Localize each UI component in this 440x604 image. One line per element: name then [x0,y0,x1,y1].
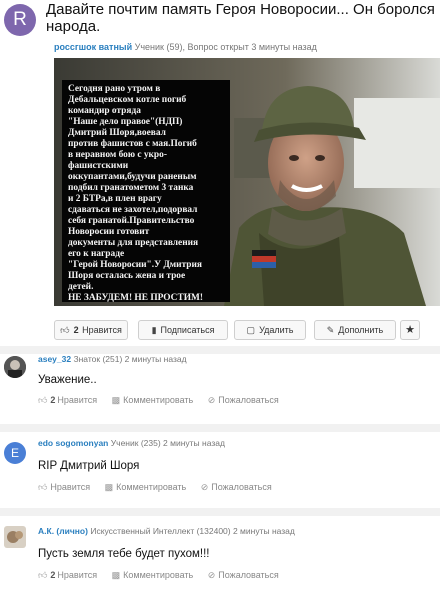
answer-avatar-image [4,356,26,378]
comment-icon: ▩ [111,570,121,580]
thumbs-up-icon: 👍︎ [38,570,48,580]
answer-author-avatar[interactable] [4,526,26,548]
answer-actions: 👍︎ 2 Нравится ▩ Комментировать ⊘ Пожаловатьс… [38,395,291,406]
answer-like-button[interactable]: 👍︎ 2 Нравится [38,570,97,581]
like-count: 2 [73,325,79,335]
answer-report-button[interactable]: ⊘ Пожаловаться [208,395,279,406]
photo-caption-text: Сегодня рано утром в Дебальцевском котле… [68,84,203,302]
question-author-avatar[interactable]: R [4,4,36,36]
answer-author-avatar[interactable]: E [4,442,26,464]
pencil-icon: ✎ [326,325,335,335]
question-meta: россгшок ватный Ученик (59), Вопрос откр… [54,42,317,52]
answer-text: Уважение.. [38,374,97,386]
answer-meta: asey_32 Знаток (251) 2 минуты назад [38,354,187,364]
answer-actions: 👍︎ Нравится ▩ Комментировать ⊘ Пожаловаться [38,482,284,493]
answer-author-avatar[interactable] [4,356,26,378]
add-button[interactable]: ✎ Дополнить [314,320,396,340]
report-icon: ⊘ [207,395,216,405]
answer-item: asey_32 Знаток (251) 2 минуты назад Уваж… [0,352,440,416]
photo-caption-overlay: Сегодня рано утром в Дебальцевском котле… [62,80,230,302]
question-action-bar: 👍︎ 2 Нравится ▮ Подписаться ▢ Удалить ✎ Допо… [54,320,440,342]
answer-meta: А.К. (лично) Искусственный Интеллект (13… [38,526,295,536]
star-icon: ★ [405,324,415,336]
delete-button[interactable]: ▢ Удалить [234,320,306,340]
like-label: Нравится [82,325,122,335]
bookmark-icon: ▮ [151,325,157,335]
question-title-line2: народа. [46,18,101,35]
answer-like-button[interactable]: 👍︎ Нравится [38,482,90,493]
answer-text: RIP Дмитрий Шоря [38,460,140,472]
question-author-link[interactable]: россгшок ватный [54,42,132,52]
subscribe-button[interactable]: ▮ Подписаться [138,320,228,340]
answer-separator [0,508,440,516]
answer-comment-button[interactable]: ▩ Комментировать [112,395,194,406]
report-icon: ⊘ [207,570,216,580]
answer-rank: Знаток (251) 2 минуты назад [73,354,187,364]
answer-comment-button[interactable]: ▩ Комментировать [105,482,187,493]
favorite-button[interactable]: ★ [400,320,420,340]
answer-text: Пусть земля тебе будет пухом!!! [38,548,210,560]
question-title: Давайте почтим память Героя Новоросии...… [46,1,440,35]
add-label: Дополнить [338,325,384,335]
report-icon: ⊘ [200,482,209,492]
answer-comment-button[interactable]: ▩ Комментировать [112,570,194,581]
answer-item: E edo sogomonyan Ученик (235) 2 минуты н… [0,432,440,502]
subscribe-label: Подписаться [160,325,215,335]
comment-icon: ▩ [104,482,114,492]
answer-like-button[interactable]: 👍︎ 2 Нравится [38,395,97,406]
answer-report-button[interactable]: ⊘ Пожаловаться [201,482,272,493]
answer-author-link[interactable]: asey_32 [38,354,71,364]
answer-rank: Ученик (235) 2 минуты назад [110,438,225,448]
answer-report-button[interactable]: ⊘ Пожаловаться [208,570,279,581]
answer-actions: 👍︎ 2 Нравится ▩ Комментировать ⊘ Пожаловатьс… [38,570,291,581]
answer-meta: edo sogomonyan Ученик (235) 2 минуты наз… [38,438,225,448]
answer-avatar-image [4,526,26,548]
answer-author-link[interactable]: edo sogomonyan [38,438,108,448]
thumbs-up-icon: 👍︎ [38,482,48,492]
answer-item: А.К. (лично) Искусственный Интеллект (13… [0,516,440,596]
question-rank: Ученик (59), Вопрос открыт 3 минуты наза… [134,42,317,52]
thumbs-up-icon: 👍︎ [60,325,70,335]
answer-author-link[interactable]: А.К. (лично) [38,526,88,536]
question-title-line1: Давайте почтим память Героя Новоросии...… [46,1,435,18]
thumbs-up-icon: 👍︎ [38,395,48,405]
delete-label: Удалить [259,325,294,335]
comment-icon: ▩ [111,395,121,405]
question-photo[interactable]: Сегодня рано утром в Дебальцевском котле… [54,58,440,306]
answer-rank: Искусственный Интеллект (132400) 2 минут… [90,526,295,536]
answer-separator [0,424,440,432]
like-button[interactable]: 👍︎ 2 Нравится [54,320,128,340]
trash-icon: ▢ [246,325,256,335]
question-header: R Давайте почтим память Героя Новоросии.… [0,0,440,40]
